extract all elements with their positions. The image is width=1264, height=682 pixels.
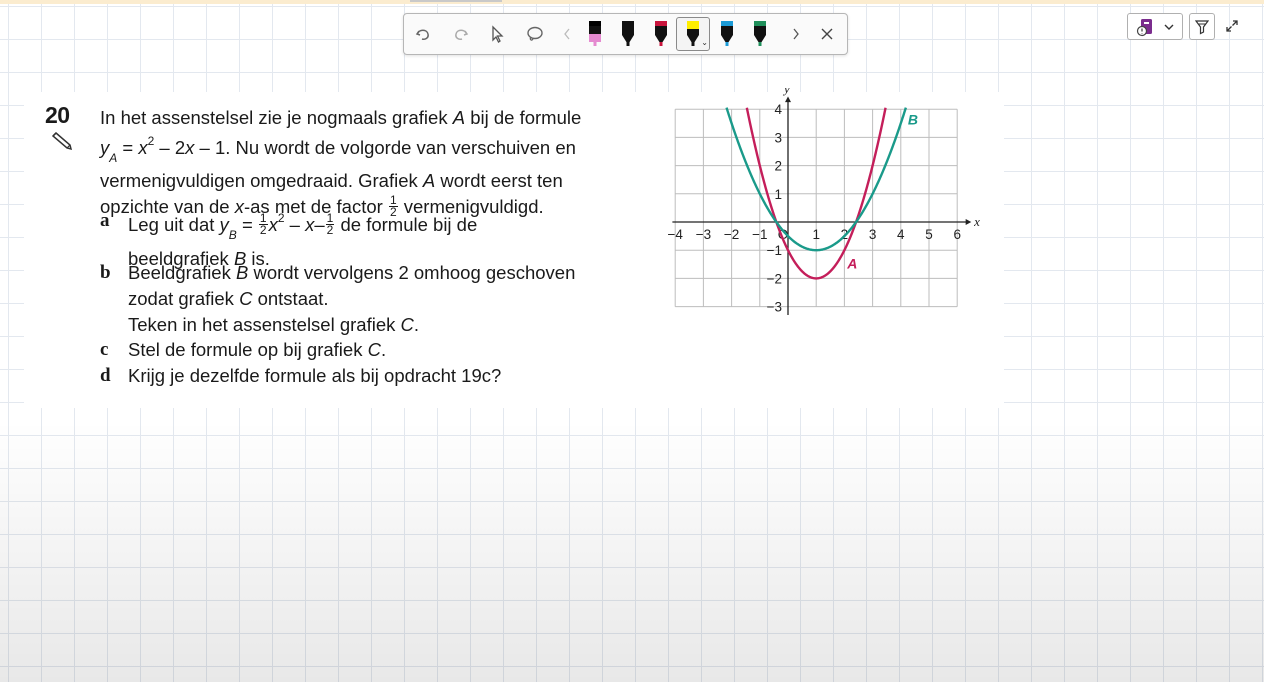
x-tick-label: −4 — [667, 227, 683, 242]
x-tick-label: −3 — [696, 227, 711, 242]
next-icon[interactable] — [787, 19, 805, 49]
parabola-graph: xy−4 −3 −2 −1 O 1 2 3 4 5 64321−1−2−3AB — [667, 88, 980, 316]
x-tick-label: −1 — [752, 227, 767, 242]
question-intro: In het assenstelsel zie je nogmaals graf… — [100, 105, 620, 220]
redo-icon[interactable] — [448, 19, 474, 49]
y-axis-label: y — [782, 88, 790, 96]
intro-line-3: vermenigvuldigen omgedraaid. Grafiek A w… — [100, 170, 563, 192]
item-a: a Leg uit dat yB = 1 2 x2 – x– 1 2 de formul… — [100, 210, 478, 269]
x-tick-label: −2 — [724, 227, 739, 242]
pen-black-pink-icon[interactable] — [584, 19, 606, 49]
item-label: b — [100, 262, 111, 283]
y-tick-label: −3 — [767, 300, 782, 315]
notebook-button[interactable] — [1127, 13, 1183, 40]
intro-line-2: yA = x2 – 2x – 1. Nu wordt de volgorde v… — [100, 133, 576, 165]
y-tick-label: 3 — [774, 130, 782, 145]
highlighter-yellow-icon[interactable]: ⌄ — [676, 17, 710, 51]
filter-button[interactable] — [1189, 13, 1215, 40]
y-tick-label: 4 — [774, 102, 782, 117]
pen-black-icon[interactable] — [617, 19, 639, 49]
series-label-A: A — [846, 256, 857, 272]
intro-line-1: In het assenstelsel zie je nogmaals graf… — [100, 107, 582, 128]
y-tick-label: −2 — [767, 271, 782, 286]
pen-red-icon[interactable] — [650, 19, 672, 49]
x-tick-label: 5 — [925, 227, 933, 242]
x-axis-arrow — [965, 219, 972, 225]
top-tab-indicator — [410, 0, 502, 2]
filter-icon — [1195, 19, 1209, 34]
chevron-down-icon — [1164, 24, 1174, 30]
pencil-icon — [51, 130, 74, 157]
y-tick-label: −1 — [767, 243, 782, 258]
question-number: 20 — [45, 102, 70, 128]
pen-green-icon[interactable] — [749, 19, 771, 49]
x-axis-label: x — [973, 214, 980, 229]
item-label: c — [100, 339, 109, 360]
item-label: d — [100, 365, 111, 386]
x-tick-label: 4 — [897, 227, 905, 242]
lasso-icon[interactable] — [522, 19, 548, 49]
series-label-B: B — [908, 112, 918, 128]
expand-icon[interactable] — [1222, 15, 1242, 37]
x-tick-label: 3 — [869, 227, 877, 242]
item-c: c Stel de formule op bij grafiek C. — [100, 337, 620, 363]
item-d: d Krijg je dezelfde formule als bij opdr… — [100, 363, 620, 389]
undo-icon[interactable] — [410, 19, 436, 49]
item-b: b Beeldgrafiek B wordt vervolgens 2 omho… — [100, 262, 576, 335]
y-axis-arrow — [785, 96, 791, 103]
y-tick-label: 1 — [774, 187, 782, 202]
top-strip — [0, 0, 1264, 4]
notebook-icon — [1136, 18, 1152, 36]
y-tick-label: 2 — [774, 159, 782, 174]
pen-blue-icon[interactable] — [716, 19, 738, 49]
close-icon[interactable] — [816, 19, 838, 49]
ink-toolbar: ⌄ — [403, 13, 848, 55]
select-icon[interactable] — [484, 19, 510, 49]
prev-icon[interactable] — [558, 19, 576, 49]
x-tick-label: 6 — [953, 227, 961, 242]
item-label: a — [100, 210, 110, 231]
x-tick-label: 1 — [812, 227, 820, 242]
